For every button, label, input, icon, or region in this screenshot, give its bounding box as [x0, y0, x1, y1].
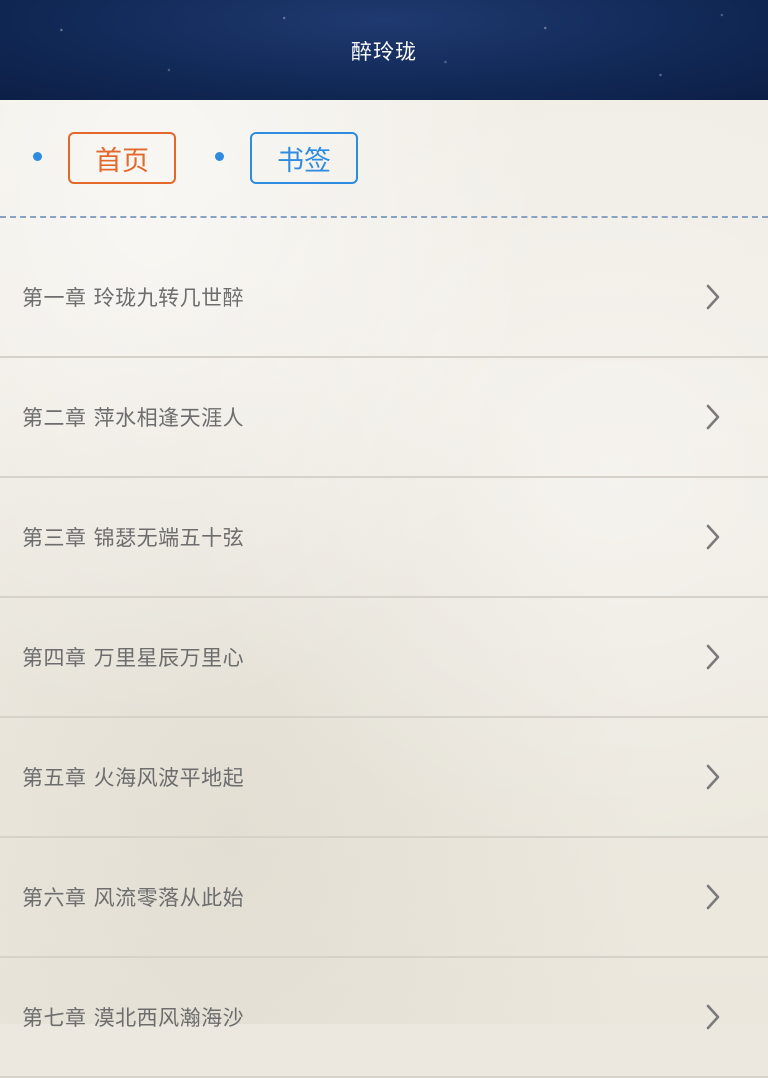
- chapter-row-5[interactable]: 第五章 火海风波平地起: [0, 718, 768, 838]
- chapter-title: 第一章 玲珑九转几世醉: [22, 286, 245, 310]
- chapter-row-4[interactable]: 第四章 万里星辰万里心: [0, 598, 768, 718]
- dashed-divider: [0, 216, 768, 218]
- bullet-dot-icon: [33, 152, 42, 161]
- chevron-right-icon: [706, 404, 720, 430]
- tab-bar: 首页 书签: [0, 100, 768, 220]
- chapter-row-7[interactable]: 第七章 漠北西风瀚海沙: [0, 958, 768, 1078]
- chapter-row-3[interactable]: 第三章 锦瑟无端五十弦: [0, 478, 768, 598]
- chapter-title: 第六章 风流零落从此始: [22, 886, 245, 910]
- chapter-row-1[interactable]: 第一章 玲珑九转几世醉: [0, 238, 768, 358]
- chevron-right-icon: [706, 644, 720, 670]
- chapter-row-2[interactable]: 第二章 萍水相逢天涯人: [0, 358, 768, 478]
- chevron-right-icon: [706, 884, 720, 910]
- page-title: 醉玲珑: [351, 40, 417, 64]
- chevron-right-icon: [706, 284, 720, 310]
- tab-bookmarks-label: 书签: [277, 145, 331, 177]
- content-area: 首页 书签 第一章 玲珑九转几世醉 第二章 萍水相逢天涯人 第三章 锦瑟无端五十…: [0, 100, 768, 1078]
- bullet-dot-icon: [215, 152, 224, 161]
- chapter-title: 第二章 萍水相逢天涯人: [22, 406, 245, 430]
- chapter-title: 第五章 火海风波平地起: [22, 766, 245, 790]
- chapter-row-6[interactable]: 第六章 风流零落从此始: [0, 838, 768, 958]
- chapter-list: 第一章 玲珑九转几世醉 第二章 萍水相逢天涯人 第三章 锦瑟无端五十弦 第四章 …: [0, 238, 768, 1078]
- tab-home[interactable]: 首页: [68, 132, 176, 184]
- chapter-title: 第七章 漠北西风瀚海沙: [22, 1006, 245, 1030]
- chapter-title: 第三章 锦瑟无端五十弦: [22, 526, 245, 550]
- chapter-title: 第四章 万里星辰万里心: [22, 646, 245, 670]
- chevron-right-icon: [706, 1004, 720, 1030]
- tab-bookmarks[interactable]: 书签: [250, 132, 358, 184]
- tab-home-label: 首页: [95, 145, 149, 177]
- navigation-bar: 醉玲珑: [0, 0, 768, 100]
- chevron-right-icon: [706, 524, 720, 550]
- chevron-right-icon: [706, 764, 720, 790]
